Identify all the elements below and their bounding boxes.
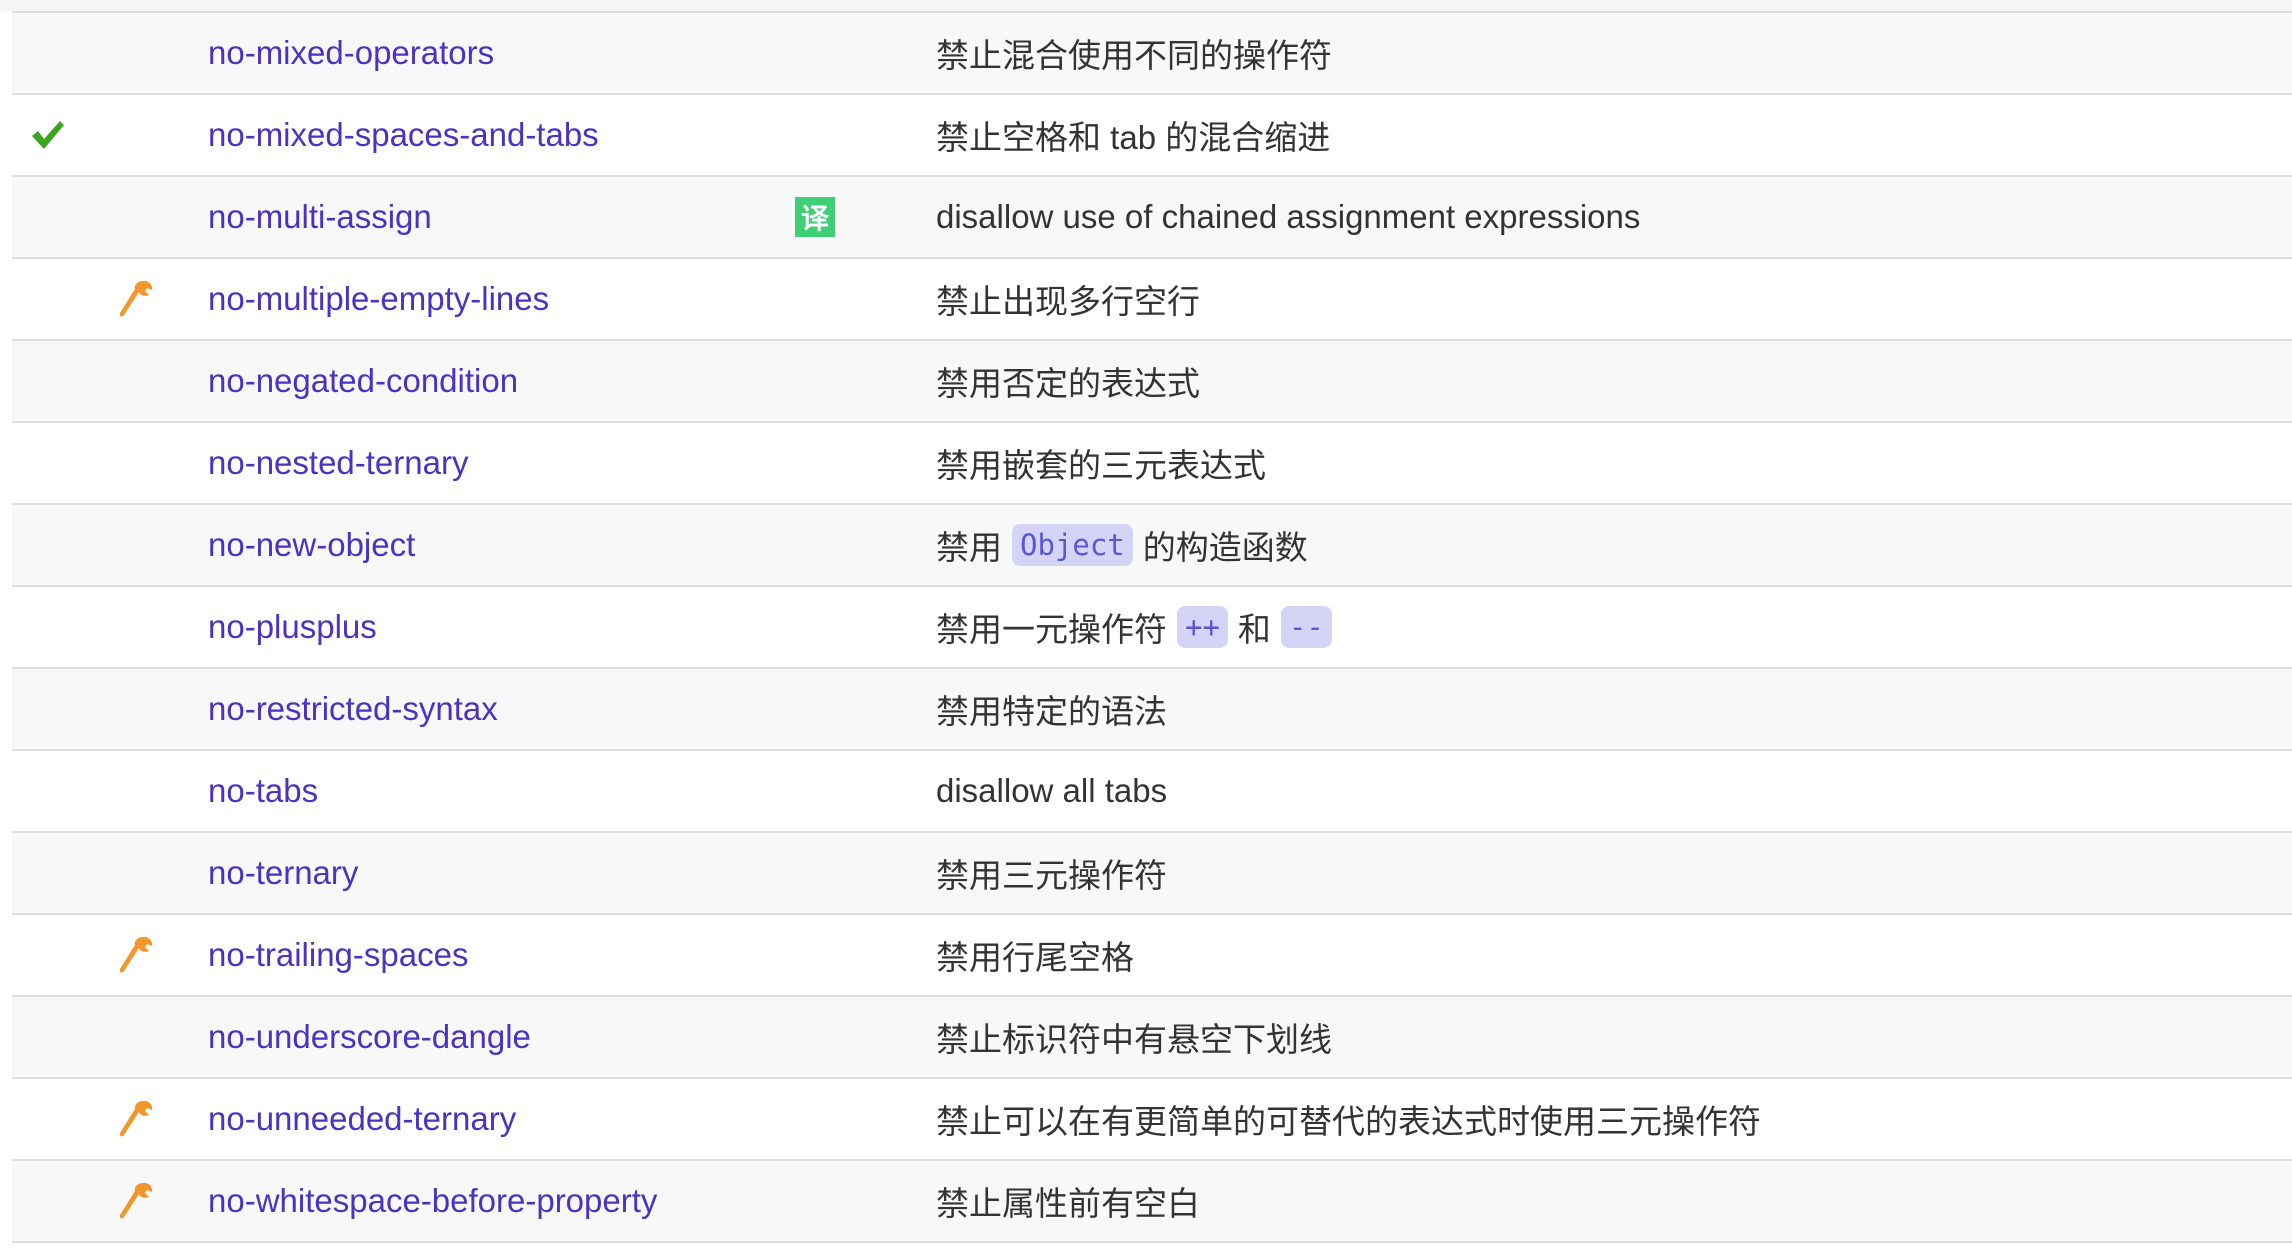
rule-description-text: 禁止混合使用不同的操作符 (936, 37, 1332, 74)
rule-description: 禁用 Object 的构造函数 (936, 505, 1308, 585)
inline-code: ++ (1177, 606, 1228, 648)
rule-description-text: 禁止出现多行空行 (936, 283, 1200, 320)
rule-description-text: 禁用 (936, 529, 1002, 566)
table-row: no-whitespace-before-property 禁止属性前有空白 (12, 1159, 2292, 1243)
rule-name-link[interactable]: no-negated-condition (208, 362, 518, 400)
table-row: no-nested-ternary 禁用嵌套的三元表达式 (12, 421, 2292, 503)
rule-name-link[interactable]: no-restricted-syntax (208, 690, 498, 728)
rule-name-link[interactable]: no-tabs (208, 772, 318, 810)
rule-description: 禁用否定的表达式 (936, 341, 1200, 421)
rule-description: 禁止出现多行空行 (936, 259, 1200, 339)
rule-description-text: 禁用特定的语法 (936, 693, 1167, 730)
rule-name-link[interactable]: no-trailing-spaces (208, 936, 468, 974)
inline-code: -- (1280, 606, 1332, 648)
rule-name-link[interactable]: no-nested-ternary (208, 444, 468, 482)
rule-description-text: disallow use of chained assignment expre… (936, 198, 1641, 235)
table-row: no-multi-assign 译 disallow use of chained … (12, 175, 2292, 257)
rule-name-link[interactable]: no-unneeded-ternary (208, 1100, 516, 1138)
table-row: no-mixed-spaces-and-tabs 禁止空格和 tab 的混合缩进 (12, 93, 2292, 175)
rule-description-text: 禁止标识符中有悬空下划线 (936, 1021, 1332, 1058)
rule-description-text: 和 (1237, 611, 1271, 648)
check-icon (30, 95, 70, 175)
table-row: no-multiple-empty-lines 禁止出现多行空行 (12, 257, 2292, 339)
table-row: no-restricted-syntax 禁用特定的语法 (12, 667, 2292, 749)
rule-description-text: 禁用三元操作符 (936, 857, 1167, 894)
rule-name-link[interactable]: no-plusplus (208, 608, 377, 646)
rule-description-text: 禁用行尾空格 (936, 939, 1134, 976)
rule-description: 禁止混合使用不同的操作符 (936, 13, 1332, 93)
rule-description: 禁止空格和 tab 的混合缩进 (936, 95, 1330, 175)
rule-description: 禁用行尾空格 (936, 915, 1134, 995)
wrench-icon (118, 1161, 158, 1241)
rule-description: 禁用三元操作符 (936, 833, 1167, 913)
translate-badge: 译 (795, 197, 835, 237)
rule-description: 禁止属性前有空白 (936, 1161, 1200, 1241)
inline-code: Object (1012, 524, 1133, 566)
rule-name-link[interactable]: no-mixed-spaces-and-tabs (208, 116, 599, 154)
table-row: no-tabs disallow all tabs (12, 749, 2292, 831)
rule-name-link[interactable]: no-whitespace-before-property (208, 1182, 657, 1220)
table-row: no-negated-condition 禁用否定的表达式 (12, 339, 2292, 421)
rule-description: disallow use of chained assignment expre… (936, 177, 1640, 257)
rule-description: 禁止可以在有更简单的可替代的表达式时使用三元操作符 (936, 1079, 1761, 1159)
rule-description-text: 禁用一元操作符 (936, 611, 1167, 648)
rule-description-text: 禁止属性前有空白 (936, 1185, 1200, 1222)
table-row: no-mixed-operators 禁止混合使用不同的操作符 (12, 11, 2292, 93)
rule-name-link[interactable]: no-underscore-dangle (208, 1018, 531, 1056)
table-row: no-unneeded-ternary 禁止可以在有更简单的可替代的表达式时使用三… (12, 1077, 2292, 1159)
rule-description-text: 的构造函数 (1142, 529, 1308, 566)
table-row: no-trailing-spaces 禁用行尾空格 (12, 913, 2292, 995)
top-strip (0, 0, 2292, 11)
rule-description-text: 禁用否定的表达式 (936, 365, 1200, 402)
rule-name-link[interactable]: no-multiple-empty-lines (208, 280, 549, 318)
rule-name-link[interactable]: no-new-object (208, 526, 415, 564)
rule-description: disallow all tabs (936, 751, 1167, 831)
rules-table: no-mixed-operators 禁止混合使用不同的操作符 no-mixed-s… (12, 11, 2292, 1243)
rule-name-link[interactable]: no-mixed-operators (208, 34, 494, 72)
rule-name-link[interactable]: no-ternary (208, 854, 358, 892)
wrench-icon (118, 1079, 158, 1159)
table-row: no-new-object 禁用 Object 的构造函数 (12, 503, 2292, 585)
rule-description: 禁用嵌套的三元表达式 (936, 423, 1266, 503)
rule-description: 禁用一元操作符 ++ 和 -- (936, 587, 1342, 667)
rule-description-text: 禁用嵌套的三元表达式 (936, 447, 1266, 484)
table-row: no-underscore-dangle 禁止标识符中有悬空下划线 (12, 995, 2292, 1077)
rule-name-link[interactable]: no-multi-assign (208, 198, 432, 236)
table-row: no-ternary 禁用三元操作符 (12, 831, 2292, 913)
rule-description: 禁止标识符中有悬空下划线 (936, 997, 1332, 1077)
wrench-icon (118, 259, 158, 339)
wrench-icon (118, 915, 158, 995)
rule-description-text: disallow all tabs (936, 772, 1168, 809)
table-row: no-plusplus 禁用一元操作符 ++ 和 -- (12, 585, 2292, 667)
rule-description-text: 禁止空格和 tab 的混合缩进 (936, 119, 1331, 156)
rule-description: 禁用特定的语法 (936, 669, 1167, 749)
rule-description-text: 禁止可以在有更简单的可替代的表达式时使用三元操作符 (936, 1103, 1761, 1140)
